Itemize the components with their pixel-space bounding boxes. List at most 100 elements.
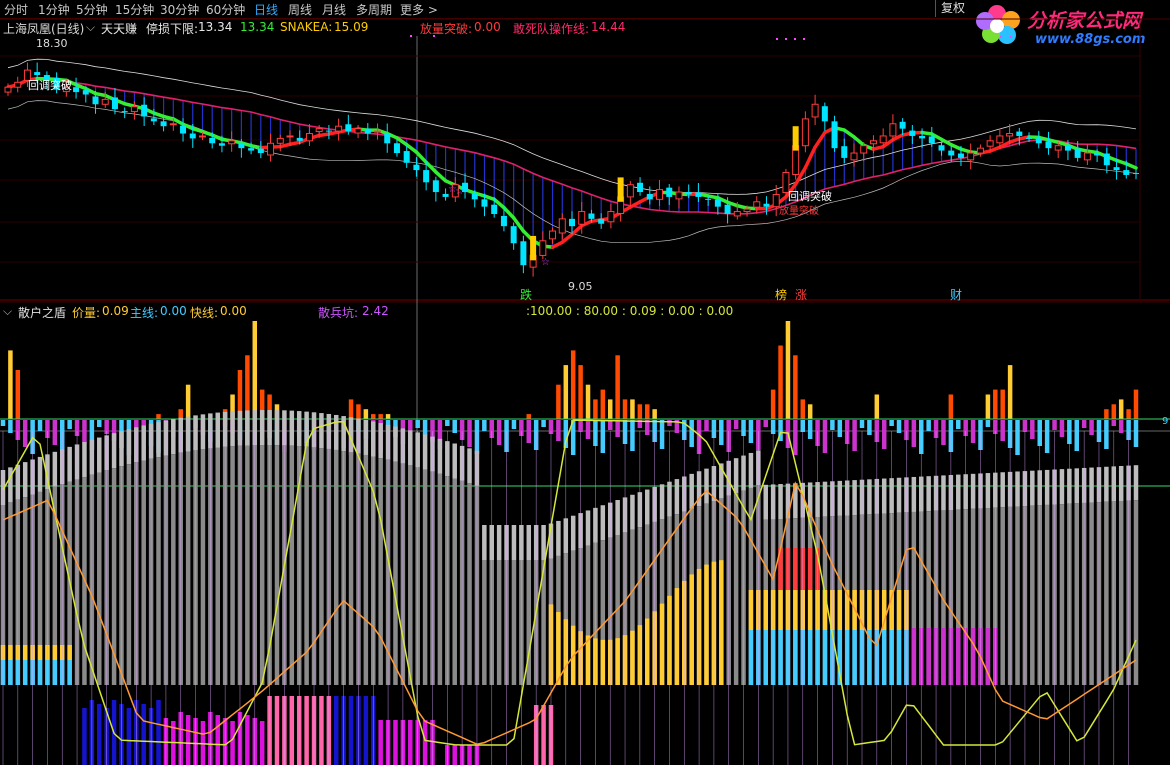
stack-bar-gray [141,460,146,685]
sub-collapse-icon[interactable]: ⌵ [3,304,12,319]
bottom-block-bar [378,720,383,765]
flow-bar [667,420,672,426]
candle-body-down [569,218,575,227]
volume-spike-bar [1126,409,1131,419]
volume-spike-bar [778,345,783,419]
flow-bar [859,420,865,428]
yellow-stack-bar [600,639,606,685]
candle-body-up [130,106,138,113]
annotation-breakout-box: 放量突破 [779,206,819,217]
kline-chart[interactable]: ☆☆☆ [0,0,1170,765]
volume-spike-bar [563,365,569,419]
yellow-stack-bar [896,590,902,630]
stack-bar-light [126,429,132,465]
yellow-stack-bar [8,645,13,660]
flow-bar [615,420,620,437]
candle-body-up [986,140,994,147]
limit-candle [792,126,799,151]
candle-body-up [675,191,683,200]
volume-spike-bar [363,409,369,419]
candle-body-down [209,137,216,144]
flow-bar [1059,420,1065,437]
flow-bar [82,420,87,443]
candle-body-up [14,81,22,88]
bottom-block-bar [363,696,369,765]
volume-spike-bar [600,389,606,419]
stack-bar-light [1059,469,1065,505]
candle-body-down [1016,131,1023,136]
bottom-block-bar [304,696,309,765]
candle-body-down [957,153,964,158]
flow-bar [956,420,961,429]
flow-bar [1030,420,1035,439]
signal-dot [410,35,412,37]
stack-bar-light [245,410,250,446]
flow-bar [8,420,13,433]
stack-bar-light [1104,466,1109,502]
stack-bar-light [748,452,754,488]
candle-body-down [598,218,605,224]
flow-bar [926,420,931,431]
sub-readout: :100.00 : 80.00 : 0.09 : 0.00 : 0.00 [526,304,734,318]
yellow-stack-bar [719,560,724,685]
yellow-stack-bar [22,645,28,660]
flow-bar [0,420,6,426]
stack-bar-light [600,505,606,541]
cyan-stack-bar [852,630,857,685]
collapse-icon[interactable]: ⌵ [86,20,95,35]
stack-bar-gray [1104,501,1109,685]
flow-bar [1044,420,1050,453]
stack-bar-gray [1074,503,1080,685]
stack-bar-gray [1059,504,1065,685]
stack-bar-gray [97,472,102,685]
stack-bar-light [585,510,591,546]
flow-bar [452,420,457,433]
ma-short-segment [852,135,866,147]
yellow-stack-bar [67,645,72,660]
signal-dot [803,38,805,40]
flow-bar [793,420,798,455]
candle-body-down [500,215,507,227]
flow-bar [422,420,428,435]
stack-bar-light [867,479,872,515]
bottom-block-bar [274,696,280,765]
stack-bar-gray [393,461,398,685]
stack-bar-light [1044,469,1050,505]
bottom-block-bar [259,721,265,765]
stack-bar-gray [1015,506,1020,685]
bottom-block-bar [97,704,102,765]
bottom-block-bar [348,696,354,765]
stack-bar-gray [1118,500,1124,685]
stack-bar-gray [215,447,221,685]
stack-bar-gray [496,560,502,685]
stack-bar-light [1089,467,1094,503]
flow-bar [748,420,754,443]
flow-bar [733,420,739,429]
indicator-name: 天天赚 [101,22,138,36]
stack-bar-gray [1000,507,1005,685]
op-line-value: 14.44 [591,20,626,34]
candle-body-down [1074,148,1081,158]
flow-bar [911,420,917,447]
stack-bar-light [763,484,768,520]
stack-bar-light [941,475,946,511]
stack-bar-gray [348,452,354,685]
candle-body-up [860,145,868,154]
candle-body-down [1064,145,1071,151]
candle-body-down [296,137,303,141]
flow-bar [585,420,591,439]
stack-bar-light [215,412,221,448]
candle-body-up [101,98,109,105]
cyan-stack-bar [22,660,28,685]
volume-spike-bar [1104,409,1109,419]
price-vol-value: 0.09 [102,304,129,318]
stack-bar-gray [363,454,369,685]
volume-spike-bar [630,399,635,419]
low-marker: 9.05 [568,280,593,293]
flow-bar [97,420,102,427]
yellow-stack-bar [807,590,813,630]
yellow-stack-bar [556,612,561,685]
volume-spike-bar [622,399,628,419]
stack-bar-light [422,434,428,470]
cyan-stack-bar [748,630,754,685]
